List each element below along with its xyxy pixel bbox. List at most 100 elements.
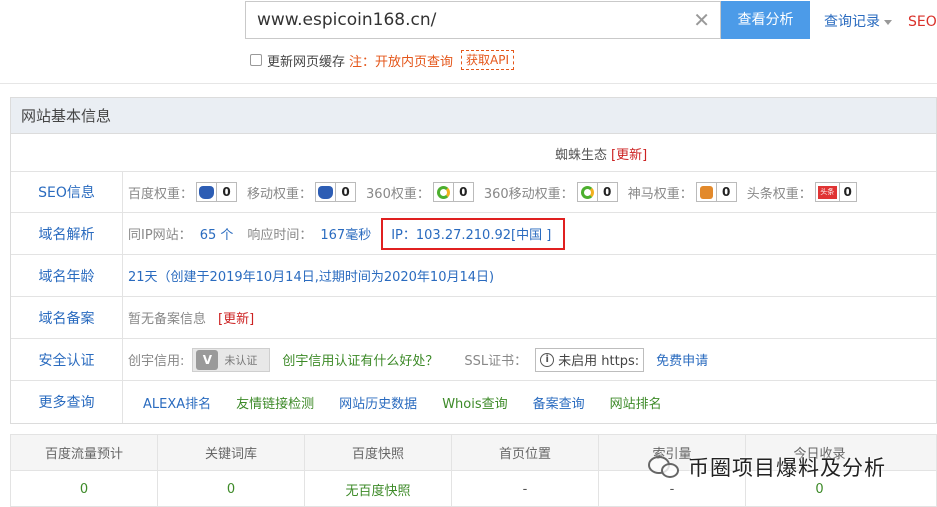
weight-badge[interactable]: 头条 0 xyxy=(814,182,857,202)
verified-shield-icon: V xyxy=(196,349,219,370)
baidu-weight: 百度权重： 0 xyxy=(128,182,238,202)
info-icon: i xyxy=(540,352,555,367)
stats-value: - xyxy=(452,471,599,507)
360-weight: 360权重： 0 xyxy=(366,182,474,202)
mobile-weight: 移动权重： 0 xyxy=(247,182,357,202)
dns-row: 域名解析 同IP网站： 65 个 响应时间： 167毫秒 IP：103.27.2… xyxy=(11,213,936,255)
whois-link[interactable]: Whois查询 xyxy=(442,393,507,412)
360-icon xyxy=(578,183,598,201)
spider-label: 蜘蛛生态 xyxy=(555,147,608,163)
domain-age-row: 域名年龄 21天（创建于2019年10月14日,过期时间为2020年10月14日… xyxy=(11,255,936,297)
beian-label: 域名备案 xyxy=(11,297,123,338)
beian-update-link[interactable]: [更新] xyxy=(218,308,254,327)
refresh-cache-label: 更新网页缓存 xyxy=(267,54,346,70)
close-icon[interactable]: ✕ xyxy=(693,9,710,31)
search-box: ✕ xyxy=(245,1,721,39)
wechat-icon xyxy=(648,454,682,480)
same-ip-label: 同IP网站： xyxy=(128,228,192,243)
options-row: 更新网页缓存 注：开放内页查询 获取API xyxy=(250,49,515,71)
weight-badge[interactable]: 0 xyxy=(432,182,474,202)
stats-value[interactable]: 无百度快照 xyxy=(305,471,452,507)
response-time: 167毫秒 xyxy=(320,228,372,243)
beian-query-link[interactable]: 备案查询 xyxy=(533,393,585,412)
friend-link-check-link[interactable]: 友情链接检测 xyxy=(236,393,314,412)
security-label: 安全认证 xyxy=(11,339,123,380)
stats-header: 首页位置 xyxy=(452,435,599,470)
response-label: 响应时间： xyxy=(247,228,313,243)
weight-value: 0 xyxy=(341,185,350,199)
weight-value: 0 xyxy=(459,185,468,199)
seo-link[interactable]: SEO综 xyxy=(908,11,937,31)
dns-label: 域名解析 xyxy=(11,213,123,254)
beian-row: 域名备案 暂无备案信息 [更新] xyxy=(11,297,936,339)
stats-header: 百度快照 xyxy=(305,435,452,470)
beian-value: 暂无备案信息 xyxy=(128,312,207,327)
stats-header: 关键词库 xyxy=(158,435,305,470)
weight-name: 360权重： xyxy=(366,186,430,202)
uncertified-badge[interactable]: V 未认证 xyxy=(192,347,271,372)
weight-badge[interactable]: 0 xyxy=(196,182,238,202)
spider-row: 蜘蛛生态 [更新] xyxy=(11,135,936,172)
watermark: 币圈项目爆料及分析 xyxy=(648,452,886,482)
more-query-row: 更多查询 ALEXA排名 友情链接检测 网站历史数据 Whois查询 备案查询 … xyxy=(11,381,936,423)
seo-weights: 百度权重： 0 移动权重： 0 360权重： 0 360移动权重： 0 神马权重… xyxy=(128,172,867,212)
360-mobile-weight: 360移动权重： 0 xyxy=(484,182,618,202)
alexa-rank-link[interactable]: ALEXA排名 xyxy=(143,393,211,412)
ssl-status: 未启用 https: xyxy=(558,354,640,369)
analyze-button[interactable]: 查看分析 xyxy=(721,1,810,39)
domain-age-content: 21天（创建于2019年10月14日,过期时间为2020年10月14日) xyxy=(128,255,494,296)
baidu-paw-icon xyxy=(316,183,337,201)
stats-value[interactable]: 0 xyxy=(158,471,305,507)
spider-update-link[interactable]: [更新] xyxy=(611,144,647,163)
watermark-text: 币圈项目爆料及分析 xyxy=(688,456,886,480)
beian-content: 暂无备案信息 [更新] xyxy=(128,297,254,338)
ssl-status-badge[interactable]: i 未启用 https: xyxy=(535,347,645,372)
toutiao-icon: 头条 xyxy=(816,183,840,201)
360-icon xyxy=(434,183,454,201)
security-row: 安全认证 创宇信用: V 未认证 创宇信用认证有什么好处？ SSL证书： i 未… xyxy=(11,339,936,381)
ip-highlight-box: IP：103.27.210.92[中国 ] xyxy=(381,217,566,250)
weight-badge[interactable]: 0 xyxy=(315,182,357,202)
chevron-down-icon xyxy=(884,19,892,25)
weight-name: 360移动权重： xyxy=(483,186,574,202)
panel-title: 网站基本信息 xyxy=(11,98,936,134)
cert-status: 未认证 xyxy=(224,353,258,367)
refresh-cache-checkbox[interactable] xyxy=(250,54,262,66)
ip-address-link[interactable]: IP：103.27.210.92[中国 ] xyxy=(391,224,551,243)
weight-value: 0 xyxy=(843,185,852,199)
site-info-panel: 网站基本信息 蜘蛛生态 [更新] SEO信息 百度权重： 0 移动权重： 0 3… xyxy=(10,97,937,424)
security-content: 创宇信用: V 未认证 创宇信用认证有什么好处？ SSL证书： i 未启用 ht… xyxy=(128,339,708,380)
dns-content: 同IP网站： 65 个 响应时间： 167毫秒 IP：103.27.210.92… xyxy=(128,213,566,254)
weight-name: 移动权重： xyxy=(247,186,313,202)
weight-value: 0 xyxy=(222,185,231,199)
weight-name: 神马权重： xyxy=(627,186,693,202)
baidu-paw-icon xyxy=(197,183,218,201)
weight-badge[interactable]: 0 xyxy=(576,182,618,202)
url-search-input[interactable] xyxy=(246,2,686,38)
shenma-icon xyxy=(697,183,717,201)
query-history-dropdown[interactable]: 查询记录 xyxy=(824,11,892,31)
seo-row: SEO信息 百度权重： 0 移动权重： 0 360权重： 0 360移动权重： … xyxy=(11,172,936,213)
ssl-label: SSL证书： xyxy=(464,354,528,369)
same-ip-count-link[interactable]: 65 个 xyxy=(200,224,234,243)
site-history-link[interactable]: 网站历史数据 xyxy=(339,393,417,412)
ssl-apply-link[interactable]: 免费申请 xyxy=(656,350,708,369)
credit-label: 创宇信用: xyxy=(128,354,185,369)
shenma-weight: 神马权重： 0 xyxy=(628,182,737,202)
stats-header: 百度流量预计 xyxy=(11,435,158,470)
weight-value: 0 xyxy=(722,185,731,199)
weight-name: 百度权重： xyxy=(128,186,194,202)
site-rank-link[interactable]: 网站排名 xyxy=(610,393,662,412)
toutiao-weight: 头条权重： 头条 0 xyxy=(747,182,857,202)
domain-age-label: 域名年龄 xyxy=(11,255,123,296)
weight-name: 头条权重： xyxy=(746,186,812,202)
weight-badge[interactable]: 0 xyxy=(695,182,737,202)
stats-value[interactable]: 0 xyxy=(11,471,158,507)
inner-page-note: 注：开放内页查询 xyxy=(349,54,454,70)
divider xyxy=(0,83,937,84)
toutiao-icon-text: 头条 xyxy=(817,185,837,199)
credit-benefits-link[interactable]: 创宇信用认证有什么好处？ xyxy=(282,350,438,369)
domain-age-value: 21天（创建于2019年10月14日,过期时间为2020年10月14日) xyxy=(128,270,495,285)
more-query-links: ALEXA排名 友情链接检测 网站历史数据 Whois查询 备案查询 网站排名 xyxy=(143,381,687,423)
get-api-button[interactable]: 获取API xyxy=(461,50,515,70)
